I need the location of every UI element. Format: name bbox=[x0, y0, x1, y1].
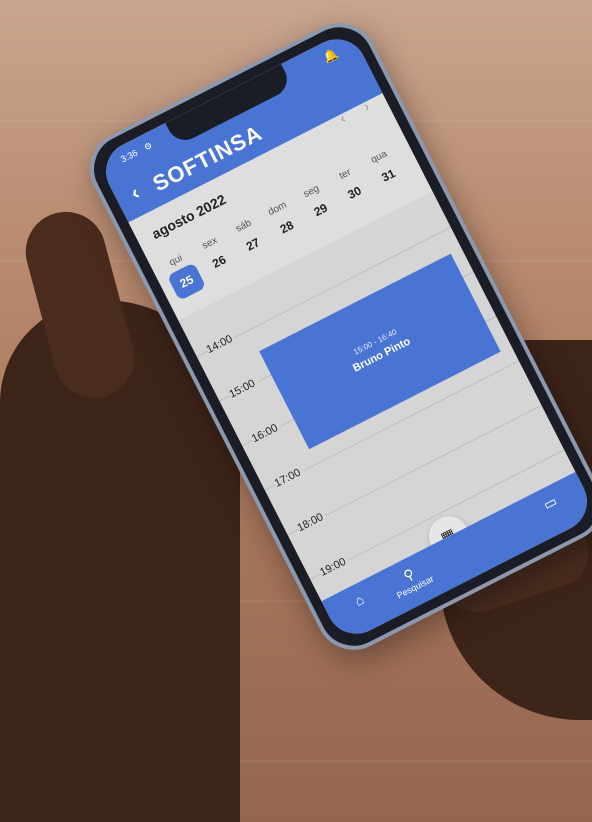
home-icon: ⌂ bbox=[351, 590, 367, 609]
hour-label: 14:00 bbox=[204, 331, 238, 357]
calendar-icon: ▭ bbox=[540, 492, 560, 513]
nav-calendar[interactable]: ▭ bbox=[540, 493, 560, 514]
nav-home[interactable]: ⌂ bbox=[352, 591, 367, 609]
bell-icon[interactable]: 🔔 bbox=[320, 46, 340, 65]
nav-search[interactable]: ⚲ Pesquisar bbox=[387, 558, 435, 600]
chevron-left-icon[interactable]: ‹ bbox=[337, 110, 348, 126]
status-time: 3:36 bbox=[119, 147, 140, 165]
chevron-left-icon[interactable]: ‹ bbox=[127, 182, 143, 206]
chevron-right-icon[interactable]: › bbox=[360, 98, 371, 114]
gear-icon[interactable]: ⚙ bbox=[142, 140, 154, 153]
